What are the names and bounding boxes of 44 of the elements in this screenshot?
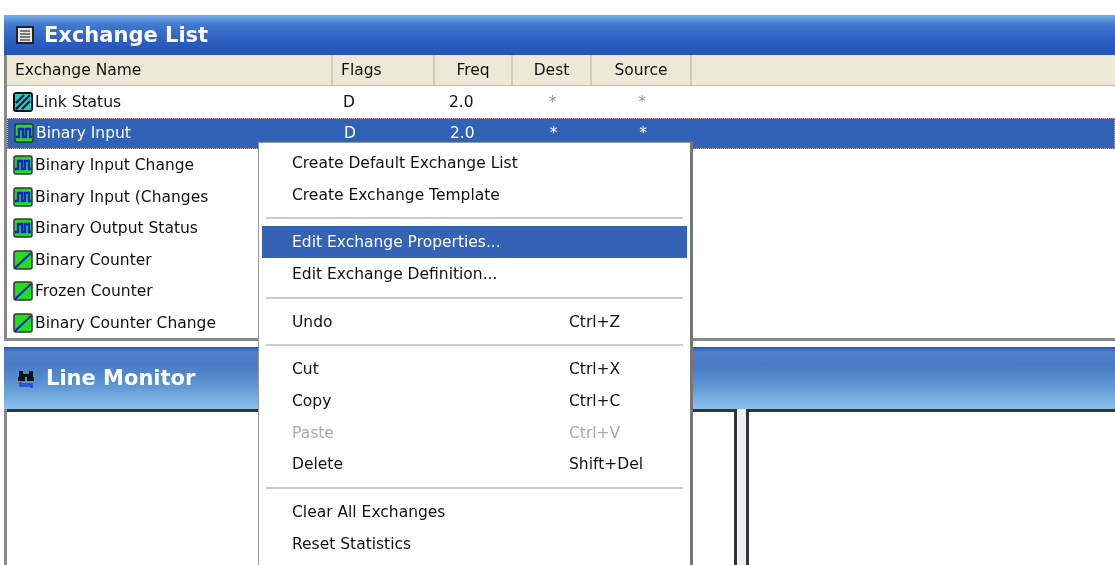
panel-title: Exchange List (44, 23, 209, 47)
splitter[interactable] (737, 409, 746, 565)
ramp-icon (13, 249, 33, 270)
panel-title: Line Monitor (46, 366, 196, 390)
link-status-icon (13, 91, 33, 112)
column-header[interactable]: Exchange Name (7, 55, 333, 85)
ramp-icon (13, 281, 33, 302)
menu-item[interactable]: Copy Ctrl+C (262, 385, 687, 417)
exchange-name[interactable]: Link Status (35, 92, 122, 111)
menu-item[interactable]: Clear All Exchanges (262, 496, 687, 528)
column-header[interactable]: Freq (435, 55, 513, 85)
column-header[interactable]: Dest (513, 55, 592, 85)
exchange-name[interactable]: Binary Input (36, 124, 131, 143)
exchange-name[interactable]: Binary Counter (35, 250, 152, 269)
menu-item[interactable]: Undo Ctrl+Z (262, 305, 687, 338)
exchange-name[interactable]: Binary Counter Change (35, 313, 216, 332)
table-cell: 2.0 (450, 124, 475, 143)
menu-item[interactable]: Delete Shift+Del (262, 448, 687, 481)
list-icon (16, 26, 34, 44)
square-wave-icon (13, 155, 33, 175)
ramp-icon (13, 312, 33, 333)
square-wave-icon (14, 123, 34, 144)
menu-item[interactable]: Edit Exchange Properties... (262, 226, 687, 259)
table-cell: * (638, 92, 646, 111)
menu-item[interactable]: Edit Exchange Definition... (262, 258, 687, 290)
exchange-name[interactable]: Binary Input (Changes (35, 187, 209, 206)
exchange-name[interactable]: Binary Input Change (35, 156, 195, 174)
menu-item[interactable]: Reset Statistics (262, 527, 687, 560)
table-cell: 2.0 (449, 92, 474, 111)
exchange-name[interactable]: Binary Output Status (35, 219, 198, 238)
table-cell: D (343, 92, 355, 111)
column-header[interactable]: Source (592, 55, 692, 85)
table-cell: D (344, 124, 356, 143)
table-cell: * (639, 124, 647, 143)
table-cell: * (548, 92, 557, 111)
menu-item[interactable]: Cut Ctrl+X (262, 353, 687, 386)
column-header[interactable]: Flags (333, 55, 435, 85)
table-cell: * (549, 124, 558, 143)
square-wave-icon (13, 186, 33, 207)
square-wave-icon (13, 218, 33, 239)
menu-item[interactable]: Create Default Exchange List (262, 147, 687, 179)
binoculars-icon (16, 368, 36, 388)
menu-item[interactable]: Create Exchange Template (262, 178, 687, 211)
exchange-name[interactable]: Frozen Counter (35, 282, 153, 301)
